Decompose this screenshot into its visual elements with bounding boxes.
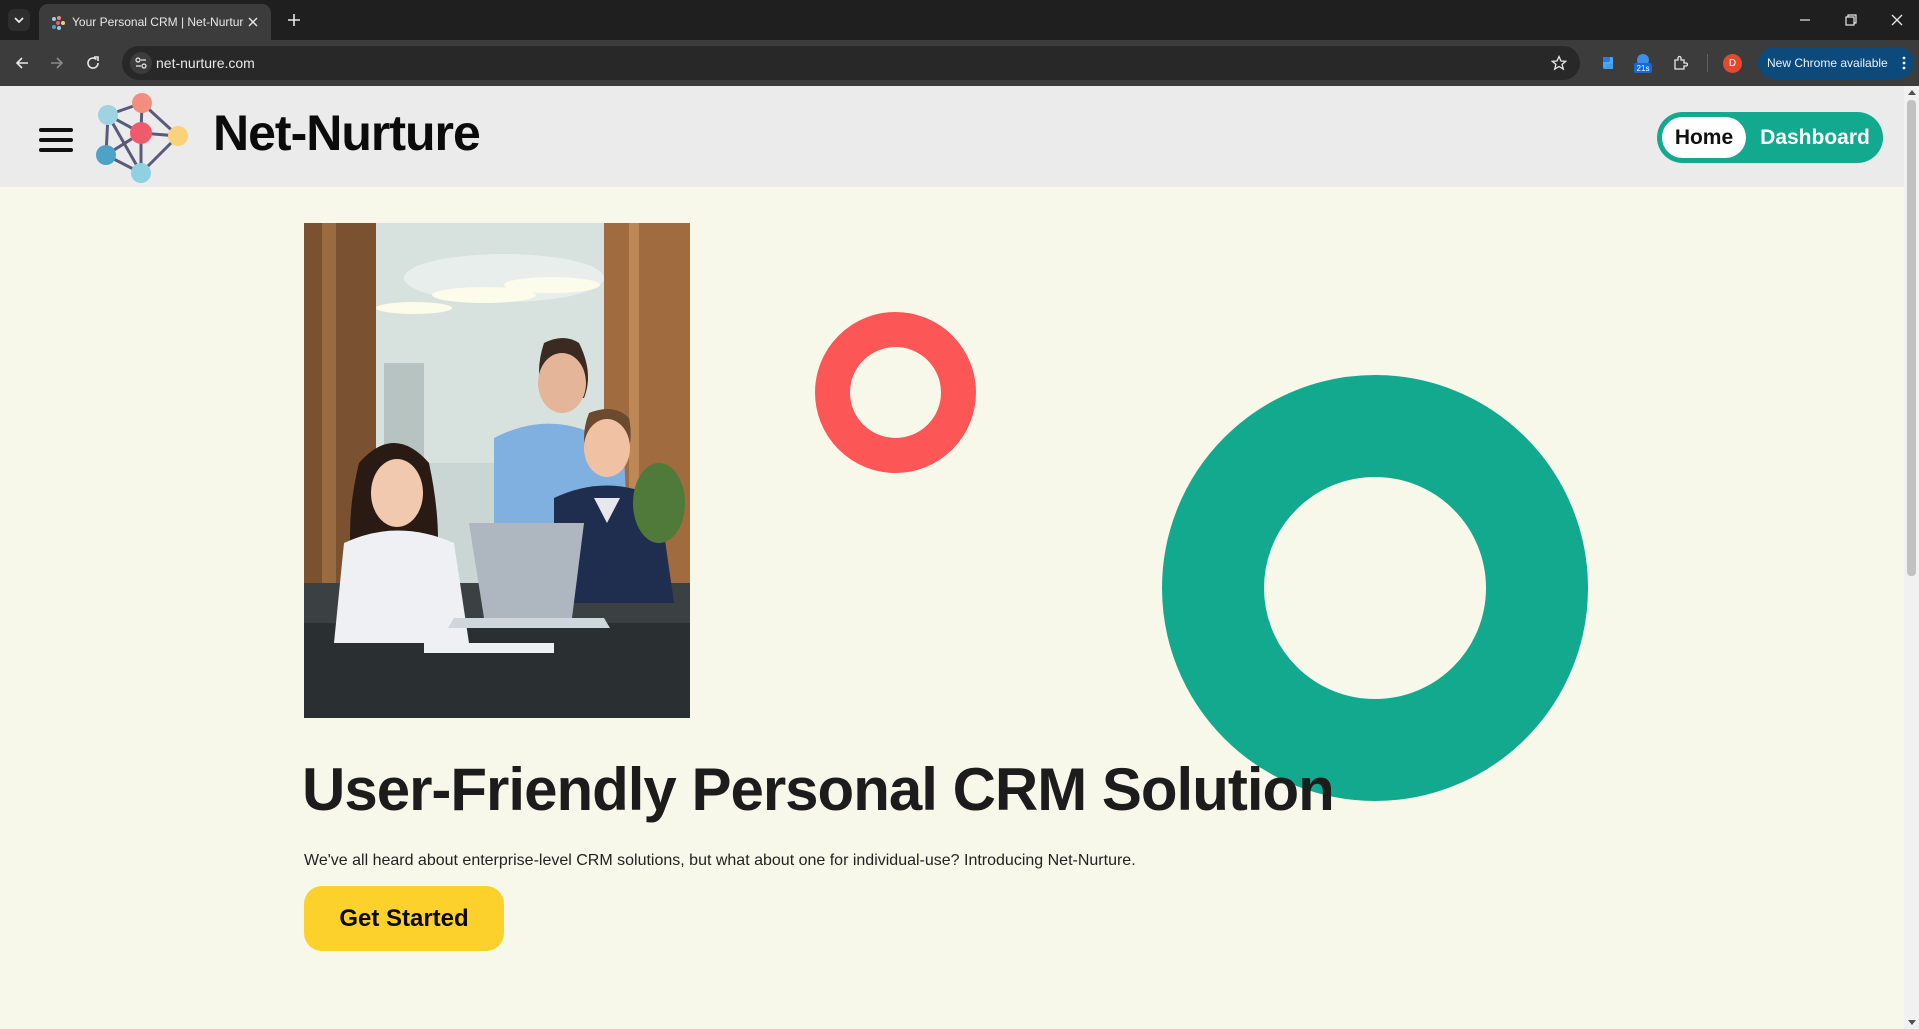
hero-team-photo [304, 223, 690, 718]
decorative-green-ring [1162, 375, 1588, 801]
hamburger-icon-bar [39, 148, 73, 152]
site-header: Net-Nurture Home Dashboard [0, 86, 1904, 187]
tab-close-button[interactable] [244, 13, 262, 31]
browser-tab-strip: Your Personal CRM | Net-Nurture [0, 0, 1919, 40]
nav-dashboard-link[interactable]: Dashboard [1755, 117, 1875, 158]
hamburger-menu-button[interactable] [39, 128, 73, 152]
tab-title: Your Personal CRM | Net-Nurture [72, 15, 244, 29]
star-icon [1551, 55, 1567, 71]
favicon-icon [52, 16, 65, 30]
extension-timer-button[interactable]: 21s [1631, 51, 1655, 75]
toolbar-divider [1707, 54, 1708, 72]
extension-copilot-button[interactable] [1596, 51, 1620, 75]
hero-subtitle: We've all heard about enterprise-level C… [304, 852, 1136, 869]
new-tab-button[interactable] [283, 9, 305, 31]
reload-icon [87, 56, 99, 69]
tab-active[interactable]: Your Personal CRM | Net-Nurture [39, 4, 271, 40]
reload-button[interactable] [81, 51, 105, 75]
minimize-button[interactable] [1793, 8, 1817, 32]
hamburger-icon-bar [39, 138, 73, 142]
scroll-up-arrow[interactable] [1908, 90, 1916, 95]
more-vert-icon [1902, 56, 1906, 70]
extension-badge: 21s [1637, 64, 1650, 73]
plus-icon [288, 14, 300, 26]
decorative-red-ring [815, 312, 976, 473]
minimize-icon [1800, 19, 1810, 21]
scroll-down-arrow[interactable] [1908, 1020, 1916, 1025]
browser-toolbar: net-nurture.com 21s D New Chrome availab… [0, 40, 1919, 86]
restore-button[interactable] [1839, 8, 1863, 32]
site-info-button[interactable] [130, 52, 152, 74]
main-nav: Home Dashboard [1657, 112, 1883, 163]
address-bar[interactable]: net-nurture.com [122, 46, 1580, 80]
restore-icon [1845, 14, 1857, 26]
scrollbar-thumb[interactable] [1907, 100, 1916, 576]
profile-avatar[interactable]: D [1723, 54, 1742, 73]
hamburger-icon [39, 128, 73, 132]
extensions-menu-button[interactable] [1668, 51, 1692, 75]
forward-button[interactable] [45, 51, 69, 75]
update-chrome-button[interactable]: New Chrome available [1758, 47, 1914, 79]
back-button[interactable] [10, 51, 34, 75]
update-label: New Chrome available [1767, 56, 1888, 70]
url-text: net-nurture.com [156, 55, 255, 71]
nav-home-link[interactable]: Home [1662, 117, 1746, 158]
chevron-down-icon [14, 17, 24, 24]
extension-icon [1603, 57, 1613, 69]
back-icon [15, 57, 28, 69]
hero-title: User-Friendly Personal CRM Solution [302, 756, 1335, 823]
page-scrollbar[interactable] [1904, 86, 1919, 1029]
network-logo-icon[interactable] [94, 91, 190, 185]
close-icon [1891, 14, 1903, 26]
close-icon [248, 17, 258, 27]
forward-icon [51, 57, 64, 69]
bookmark-button[interactable] [1548, 52, 1570, 74]
puzzle-icon [1674, 55, 1688, 70]
close-window-button[interactable] [1885, 8, 1909, 32]
extension-icon: 21s [1634, 54, 1652, 73]
tab-search-button[interactable] [8, 9, 30, 31]
get-started-button[interactable]: Get Started [304, 886, 504, 951]
site-info-icon [135, 57, 147, 69]
brand-name[interactable]: Net-Nurture [213, 104, 481, 162]
